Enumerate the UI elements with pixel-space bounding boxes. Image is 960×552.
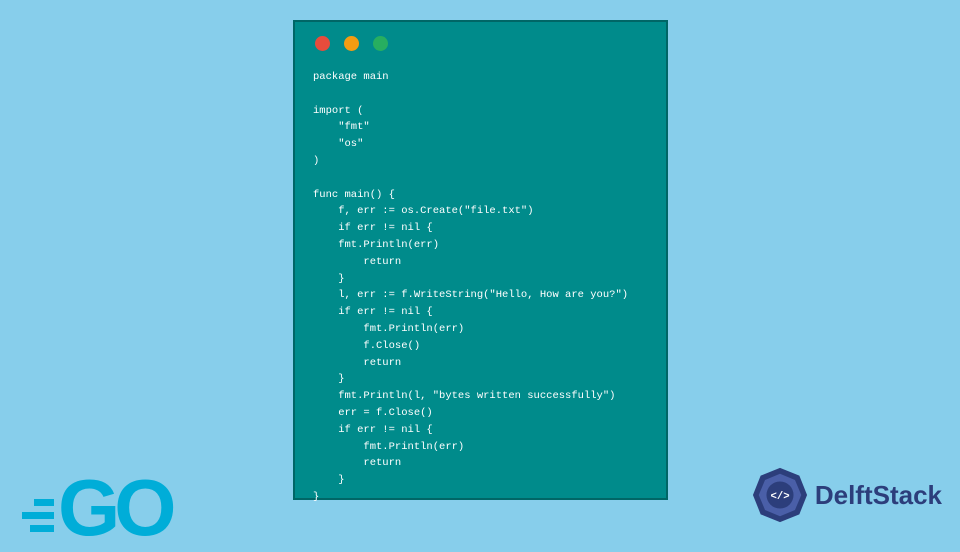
svg-text:</>: </> xyxy=(770,491,789,503)
traffic-lights xyxy=(313,36,648,51)
code-content: package main import ( "fmt" "os" ) func … xyxy=(313,69,648,506)
maximize-icon[interactable] xyxy=(373,36,388,51)
go-speed-lines-icon xyxy=(12,499,54,532)
close-icon[interactable] xyxy=(315,36,330,51)
delftstack-logo-text: DelftStack xyxy=(815,480,942,511)
minimize-icon[interactable] xyxy=(344,36,359,51)
code-window: package main import ( "fmt" "os" ) func … xyxy=(293,20,668,500)
go-logo: GO xyxy=(12,476,170,540)
go-logo-text: GO xyxy=(58,476,170,540)
delftstack-badge-icon: </> xyxy=(751,466,809,524)
delftstack-logo: </> DelftStack xyxy=(751,466,942,524)
